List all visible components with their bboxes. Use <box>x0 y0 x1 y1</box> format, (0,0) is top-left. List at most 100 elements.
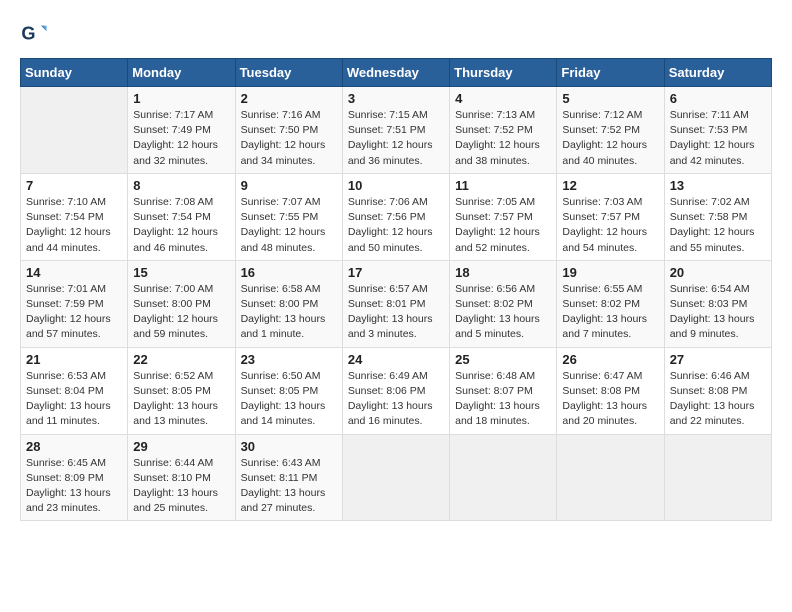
day-number: 22 <box>133 352 229 367</box>
day-cell: 30 Sunrise: 6:43 AM Sunset: 8:11 PM Dayli… <box>235 434 342 521</box>
day-info: Sunrise: 7:16 AM Sunset: 7:50 PM Dayligh… <box>241 108 337 169</box>
day-info: Sunrise: 6:56 AM Sunset: 8:02 PM Dayligh… <box>455 282 551 343</box>
day-number: 28 <box>26 439 122 454</box>
day-info: Sunrise: 7:05 AM Sunset: 7:57 PM Dayligh… <box>455 195 551 256</box>
day-number: 30 <box>241 439 337 454</box>
day-info: Sunrise: 6:45 AM Sunset: 8:09 PM Dayligh… <box>26 456 122 517</box>
day-info: Sunrise: 7:00 AM Sunset: 8:00 PM Dayligh… <box>133 282 229 343</box>
day-info: Sunrise: 7:12 AM Sunset: 7:52 PM Dayligh… <box>562 108 658 169</box>
day-info: Sunrise: 6:49 AM Sunset: 8:06 PM Dayligh… <box>348 369 444 430</box>
week-row-4: 21Sunrise: 6:53 AM Sunset: 8:04 PM Dayli… <box>21 347 772 434</box>
logo-icon: G <box>20 20 48 48</box>
day-info: Sunrise: 7:15 AM Sunset: 7:51 PM Dayligh… <box>348 108 444 169</box>
day-cell <box>342 434 449 521</box>
day-cell <box>450 434 557 521</box>
week-row-5: 28 Sunrise: 6:45 AM Sunset: 8:09 PM Dayli… <box>21 434 772 521</box>
day-cell: 27Sunrise: 6:46 AM Sunset: 8:08 PM Dayli… <box>664 347 771 434</box>
day-number: 17 <box>348 265 444 280</box>
header-cell-monday: Monday <box>128 59 235 87</box>
day-cell: 2 Sunrise: 7:16 AM Sunset: 7:50 PM Daylig… <box>235 87 342 174</box>
day-cell: 21Sunrise: 6:53 AM Sunset: 8:04 PM Dayli… <box>21 347 128 434</box>
day-number: 16 <box>241 265 337 280</box>
day-cell: 14 Sunrise: 7:01 AM Sunset: 7:59 PM Dayli… <box>21 260 128 347</box>
day-cell: 18 Sunrise: 6:56 AM Sunset: 8:02 PM Dayli… <box>450 260 557 347</box>
header-cell-wednesday: Wednesday <box>342 59 449 87</box>
day-number: 15 <box>133 265 229 280</box>
logo: G <box>20 20 52 48</box>
day-number: 11 <box>455 178 551 193</box>
day-info: Sunrise: 7:03 AM Sunset: 7:57 PM Dayligh… <box>562 195 658 256</box>
day-number: 6 <box>670 91 766 106</box>
day-number: 10 <box>348 178 444 193</box>
day-cell: 4Sunrise: 7:13 AM Sunset: 7:52 PM Daylig… <box>450 87 557 174</box>
svg-text:G: G <box>21 24 35 44</box>
day-cell <box>557 434 664 521</box>
day-info: Sunrise: 6:57 AM Sunset: 8:01 PM Dayligh… <box>348 282 444 343</box>
day-info: Sunrise: 7:06 AM Sunset: 7:56 PM Dayligh… <box>348 195 444 256</box>
header-cell-sunday: Sunday <box>21 59 128 87</box>
day-number: 13 <box>670 178 766 193</box>
day-number: 19 <box>562 265 658 280</box>
header-cell-saturday: Saturday <box>664 59 771 87</box>
day-info: Sunrise: 6:48 AM Sunset: 8:07 PM Dayligh… <box>455 369 551 430</box>
day-cell: 12 Sunrise: 7:03 AM Sunset: 7:57 PM Dayli… <box>557 173 664 260</box>
day-info: Sunrise: 7:07 AM Sunset: 7:55 PM Dayligh… <box>241 195 337 256</box>
day-cell: 26 Sunrise: 6:47 AM Sunset: 8:08 PM Dayli… <box>557 347 664 434</box>
week-row-1: 1Sunrise: 7:17 AM Sunset: 7:49 PM Daylig… <box>21 87 772 174</box>
day-cell: 11 Sunrise: 7:05 AM Sunset: 7:57 PM Dayli… <box>450 173 557 260</box>
day-cell: 15 Sunrise: 7:00 AM Sunset: 8:00 PM Dayli… <box>128 260 235 347</box>
day-cell: 24 Sunrise: 6:49 AM Sunset: 8:06 PM Dayli… <box>342 347 449 434</box>
day-cell: 6 Sunrise: 7:11 AM Sunset: 7:53 PM Daylig… <box>664 87 771 174</box>
day-number: 25 <box>455 352 551 367</box>
day-info: Sunrise: 7:11 AM Sunset: 7:53 PM Dayligh… <box>670 108 766 169</box>
day-cell: 8 Sunrise: 7:08 AM Sunset: 7:54 PM Daylig… <box>128 173 235 260</box>
day-cell: 7 Sunrise: 7:10 AM Sunset: 7:54 PM Daylig… <box>21 173 128 260</box>
day-cell: 5 Sunrise: 7:12 AM Sunset: 7:52 PM Daylig… <box>557 87 664 174</box>
day-info: Sunrise: 6:58 AM Sunset: 8:00 PM Dayligh… <box>241 282 337 343</box>
day-info: Sunrise: 6:44 AM Sunset: 8:10 PM Dayligh… <box>133 456 229 517</box>
day-info: Sunrise: 6:52 AM Sunset: 8:05 PM Dayligh… <box>133 369 229 430</box>
calendar-table: SundayMondayTuesdayWednesdayThursdayFrid… <box>20 58 772 521</box>
day-number: 5 <box>562 91 658 106</box>
header-cell-friday: Friday <box>557 59 664 87</box>
day-number: 18 <box>455 265 551 280</box>
day-cell: 29 Sunrise: 6:44 AM Sunset: 8:10 PM Dayli… <box>128 434 235 521</box>
header-cell-tuesday: Tuesday <box>235 59 342 87</box>
day-cell <box>21 87 128 174</box>
day-cell: 25 Sunrise: 6:48 AM Sunset: 8:07 PM Dayli… <box>450 347 557 434</box>
day-info: Sunrise: 7:08 AM Sunset: 7:54 PM Dayligh… <box>133 195 229 256</box>
day-info: Sunrise: 6:55 AM Sunset: 8:02 PM Dayligh… <box>562 282 658 343</box>
day-info: Sunrise: 6:47 AM Sunset: 8:08 PM Dayligh… <box>562 369 658 430</box>
day-number: 14 <box>26 265 122 280</box>
week-row-3: 14 Sunrise: 7:01 AM Sunset: 7:59 PM Dayli… <box>21 260 772 347</box>
day-cell: 10 Sunrise: 7:06 AM Sunset: 7:56 PM Dayli… <box>342 173 449 260</box>
day-number: 26 <box>562 352 658 367</box>
day-info: Sunrise: 7:01 AM Sunset: 7:59 PM Dayligh… <box>26 282 122 343</box>
week-row-2: 7 Sunrise: 7:10 AM Sunset: 7:54 PM Daylig… <box>21 173 772 260</box>
day-cell: 28 Sunrise: 6:45 AM Sunset: 8:09 PM Dayli… <box>21 434 128 521</box>
day-number: 24 <box>348 352 444 367</box>
day-info: Sunrise: 6:50 AM Sunset: 8:05 PM Dayligh… <box>241 369 337 430</box>
day-number: 27 <box>670 352 766 367</box>
day-cell: 22 Sunrise: 6:52 AM Sunset: 8:05 PM Dayli… <box>128 347 235 434</box>
day-number: 8 <box>133 178 229 193</box>
day-number: 12 <box>562 178 658 193</box>
day-cell: 20Sunrise: 6:54 AM Sunset: 8:03 PM Dayli… <box>664 260 771 347</box>
day-number: 20 <box>670 265 766 280</box>
day-number: 9 <box>241 178 337 193</box>
day-cell: 9 Sunrise: 7:07 AM Sunset: 7:55 PM Daylig… <box>235 173 342 260</box>
day-number: 23 <box>241 352 337 367</box>
day-info: Sunrise: 6:53 AM Sunset: 8:04 PM Dayligh… <box>26 369 122 430</box>
day-cell: 1Sunrise: 7:17 AM Sunset: 7:49 PM Daylig… <box>128 87 235 174</box>
day-number: 3 <box>348 91 444 106</box>
day-info: Sunrise: 6:43 AM Sunset: 8:11 PM Dayligh… <box>241 456 337 517</box>
page-header: G <box>20 20 772 48</box>
day-cell: 13Sunrise: 7:02 AM Sunset: 7:58 PM Dayli… <box>664 173 771 260</box>
day-cell: 3 Sunrise: 7:15 AM Sunset: 7:51 PM Daylig… <box>342 87 449 174</box>
day-number: 7 <box>26 178 122 193</box>
day-info: Sunrise: 7:10 AM Sunset: 7:54 PM Dayligh… <box>26 195 122 256</box>
day-number: 2 <box>241 91 337 106</box>
day-number: 29 <box>133 439 229 454</box>
header-row: SundayMondayTuesdayWednesdayThursdayFrid… <box>21 59 772 87</box>
day-cell <box>664 434 771 521</box>
